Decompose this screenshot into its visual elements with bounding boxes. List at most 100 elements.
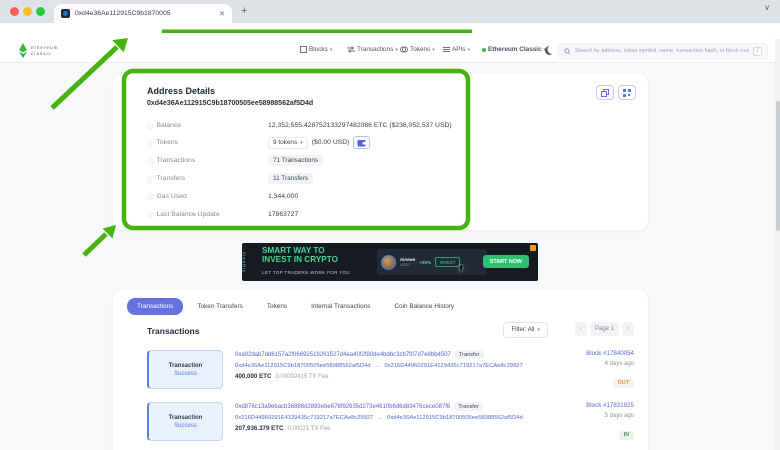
tx-status-type: Transaction xyxy=(169,363,203,369)
tx-to-link[interactable]: 0x216D44960291E4129435c719217a7ECAe8c299… xyxy=(384,363,522,369)
browser-tab[interactable]: 0xd4e36Ae112915C9b1870005 ✕ xyxy=(54,4,232,23)
page-scrollbar-thumb[interactable] xyxy=(776,101,780,231)
site-header: ethereum classic Blocks ▾ Transactions ▾… xyxy=(0,39,780,63)
tx-amount: 400,000 ETC xyxy=(235,373,271,380)
nav-transactions[interactable]: Transactions ▾ xyxy=(347,46,398,53)
logo-text: ethereum classic xyxy=(31,45,58,56)
card-action-buttons xyxy=(596,85,636,100)
tokens-dropdown[interactable]: 9 tokens▾ xyxy=(268,137,308,149)
tab-token-transfers[interactable]: Token Transfers xyxy=(187,298,252,315)
transfers-label: ⓘTransfers xyxy=(147,174,268,184)
transactions-label: ⓘTransactions xyxy=(147,156,268,166)
screenshot-frame: 0xd4e36Ae112915C9b1870005 ✕ + ∨ ← → ↻ ⌂ … xyxy=(0,0,780,450)
tab-coin-balance-history[interactable]: Coin Balance History xyxy=(384,298,464,315)
nav-tokens[interactable]: Tokens ▾ xyxy=(400,46,435,53)
nav-transactions-label: Transactions xyxy=(357,46,393,53)
tx-status-box: Transaction Success xyxy=(147,350,223,389)
browser-url-row: ← → ↻ ⌂ blockscout.com/etc/mainnet/addre… xyxy=(0,23,780,39)
tokens-usd-value: ($0.00 USD) xyxy=(312,139,350,146)
copy-address-button[interactable] xyxy=(596,85,614,100)
tab-transactions[interactable]: Transactions xyxy=(127,298,183,315)
browser-tab-strip: 0xd4e36Ae112915C9b1870005 ✕ + ∨ xyxy=(0,0,780,23)
transactions-arrows-icon xyxy=(347,46,355,53)
new-tab-button[interactable]: + xyxy=(241,5,247,17)
logo-line2: classic xyxy=(31,51,58,57)
etc-logo[interactable]: ethereum classic xyxy=(18,43,58,58)
tx-hash-link[interactable]: 0xa92dab7dd6157a2f06692519261527d4ea40f2… xyxy=(235,352,451,358)
info-icon: ⓘ xyxy=(147,191,154,201)
traffic-close-button[interactable] xyxy=(10,7,19,16)
tx-type-badge: Transfer xyxy=(454,402,483,411)
tab-internal-transactions[interactable]: Internal Transactions xyxy=(301,298,380,315)
gas-used-row: ⓘGas Used 1,344,000 xyxy=(147,191,298,201)
ad-brand: zignaly xyxy=(242,251,246,272)
last-balance-update-label: ⓘLast Balance Update xyxy=(147,209,268,219)
page-scrollbar-track[interactable] xyxy=(775,39,780,450)
qr-code-icon xyxy=(623,89,631,97)
last-balance-update-row: ⓘLast Balance Update 17863727 xyxy=(147,209,298,219)
window-chevron-icon[interactable]: ∨ xyxy=(764,3,770,12)
next-page-button[interactable]: › xyxy=(622,322,634,336)
transaction-row: Transaction Success 0xd876c13a9ebacb3688… xyxy=(127,400,634,444)
tx-amount: 207,936.379 ETC xyxy=(235,425,284,432)
ad-start-now-button[interactable]: START NOW xyxy=(483,255,529,268)
tx-hash-link[interactable]: 0xd876c13a9ebacb36886d2893ebe678f92635d2… xyxy=(235,404,450,410)
traffic-zoom-button[interactable] xyxy=(36,7,45,16)
nav-blocks[interactable]: Blocks ▾ xyxy=(300,46,332,53)
annotation-arrowhead xyxy=(103,225,117,239)
transfers-count-badge[interactable]: 11 Transfers xyxy=(268,173,313,184)
tx-status-type: Transaction xyxy=(169,415,203,421)
tx-age: 5 days ago xyxy=(534,413,634,419)
ad-invest-button[interactable]: INVEST xyxy=(435,257,460,267)
tx-block-link[interactable]: Block #17831925 xyxy=(534,402,634,409)
tx-from-link[interactable]: 0xd4e36Ae112915C9b18700505ee58988562af5D… xyxy=(235,363,371,369)
annotation-arrow-to-card xyxy=(84,234,106,255)
transactions-section-title: Transactions xyxy=(147,326,199,336)
ad-banner[interactable]: zignaly SMART WAY TO INVEST IN CRYPTO LE… xyxy=(242,243,538,281)
tx-details: 0xa92dab7dd6157a2f06692519261527d4ea40f2… xyxy=(235,350,535,384)
nav-apis[interactable]: APIs ▾ xyxy=(443,46,470,53)
dark-mode-toggle-icon[interactable] xyxy=(545,46,554,55)
tokens-row: ⓘTokens 9 tokens▾ ($0.00 USD) xyxy=(147,136,370,149)
ad-trader-card: Ainewe USDT +80% INVEST xyxy=(377,249,487,275)
tx-to-link[interactable]: 0xd4e36Ae112915C9b18700505ee58988562af5D… xyxy=(387,415,523,421)
tx-status-result: Success xyxy=(174,423,197,429)
gas-used-label: ⓘGas Used xyxy=(147,191,268,201)
wallet-icon xyxy=(357,139,366,147)
traffic-minimize-button[interactable] xyxy=(23,7,32,16)
network-status-dot xyxy=(482,48,486,52)
gas-used-value: 1,344,000 xyxy=(268,193,298,200)
tx-age: 4 days ago xyxy=(534,361,634,367)
balance-value: 12,352,555.428752133297482086 ETC ($236,… xyxy=(268,122,452,129)
ad-trader-token: USDT xyxy=(400,262,415,267)
balance-row: ⓘBalance 12,352,555.428752133297482086 E… xyxy=(147,120,452,130)
transactions-row: ⓘTransactions 71 Transactions xyxy=(147,155,323,166)
filter-button[interactable]: Filter: All ▾ xyxy=(503,322,548,338)
tab-close-icon[interactable]: ✕ xyxy=(219,10,225,18)
site-search-box[interactable]: Search by address, token symbol, name, t… xyxy=(558,43,768,59)
info-icon: ⓘ xyxy=(147,174,154,184)
tab-tokens[interactable]: Tokens xyxy=(257,298,297,315)
nav-tokens-label: Tokens xyxy=(410,46,430,53)
qr-code-button[interactable] xyxy=(618,85,636,100)
current-page-badge: Page 1 xyxy=(590,322,619,336)
tx-direction-badge: OUT xyxy=(613,379,634,388)
tx-from-link[interactable]: 0x216D44960291E4129435c719217a7ECAe8c299… xyxy=(235,415,373,421)
prev-page-button[interactable]: ‹ xyxy=(575,322,587,336)
card-title: Address Details xyxy=(147,86,215,96)
caret-down-icon: ▾ xyxy=(395,47,398,53)
transactions-count-badge[interactable]: 71 Transactions xyxy=(268,155,323,166)
network-selector[interactable]: Ethereum Classic ▾ xyxy=(482,46,546,53)
ad-choices-icon[interactable] xyxy=(530,245,536,251)
info-icon: ⓘ xyxy=(147,156,154,166)
tokens-coin-icon xyxy=(400,46,408,53)
wallet-button[interactable] xyxy=(353,136,370,149)
blocks-cube-icon xyxy=(300,46,307,53)
apis-list-icon xyxy=(443,46,450,53)
tx-block-link[interactable]: Block #17840054 xyxy=(534,350,634,357)
caret-down-icon: ▾ xyxy=(432,47,435,53)
ad-headline: SMART WAY TO INVEST IN CRYPTO xyxy=(262,246,338,265)
caret-down-icon: ▾ xyxy=(468,47,471,53)
search-placeholder: Search by address, token symbol, name, t… xyxy=(575,48,749,54)
logo-line1: ethereum xyxy=(31,45,58,51)
